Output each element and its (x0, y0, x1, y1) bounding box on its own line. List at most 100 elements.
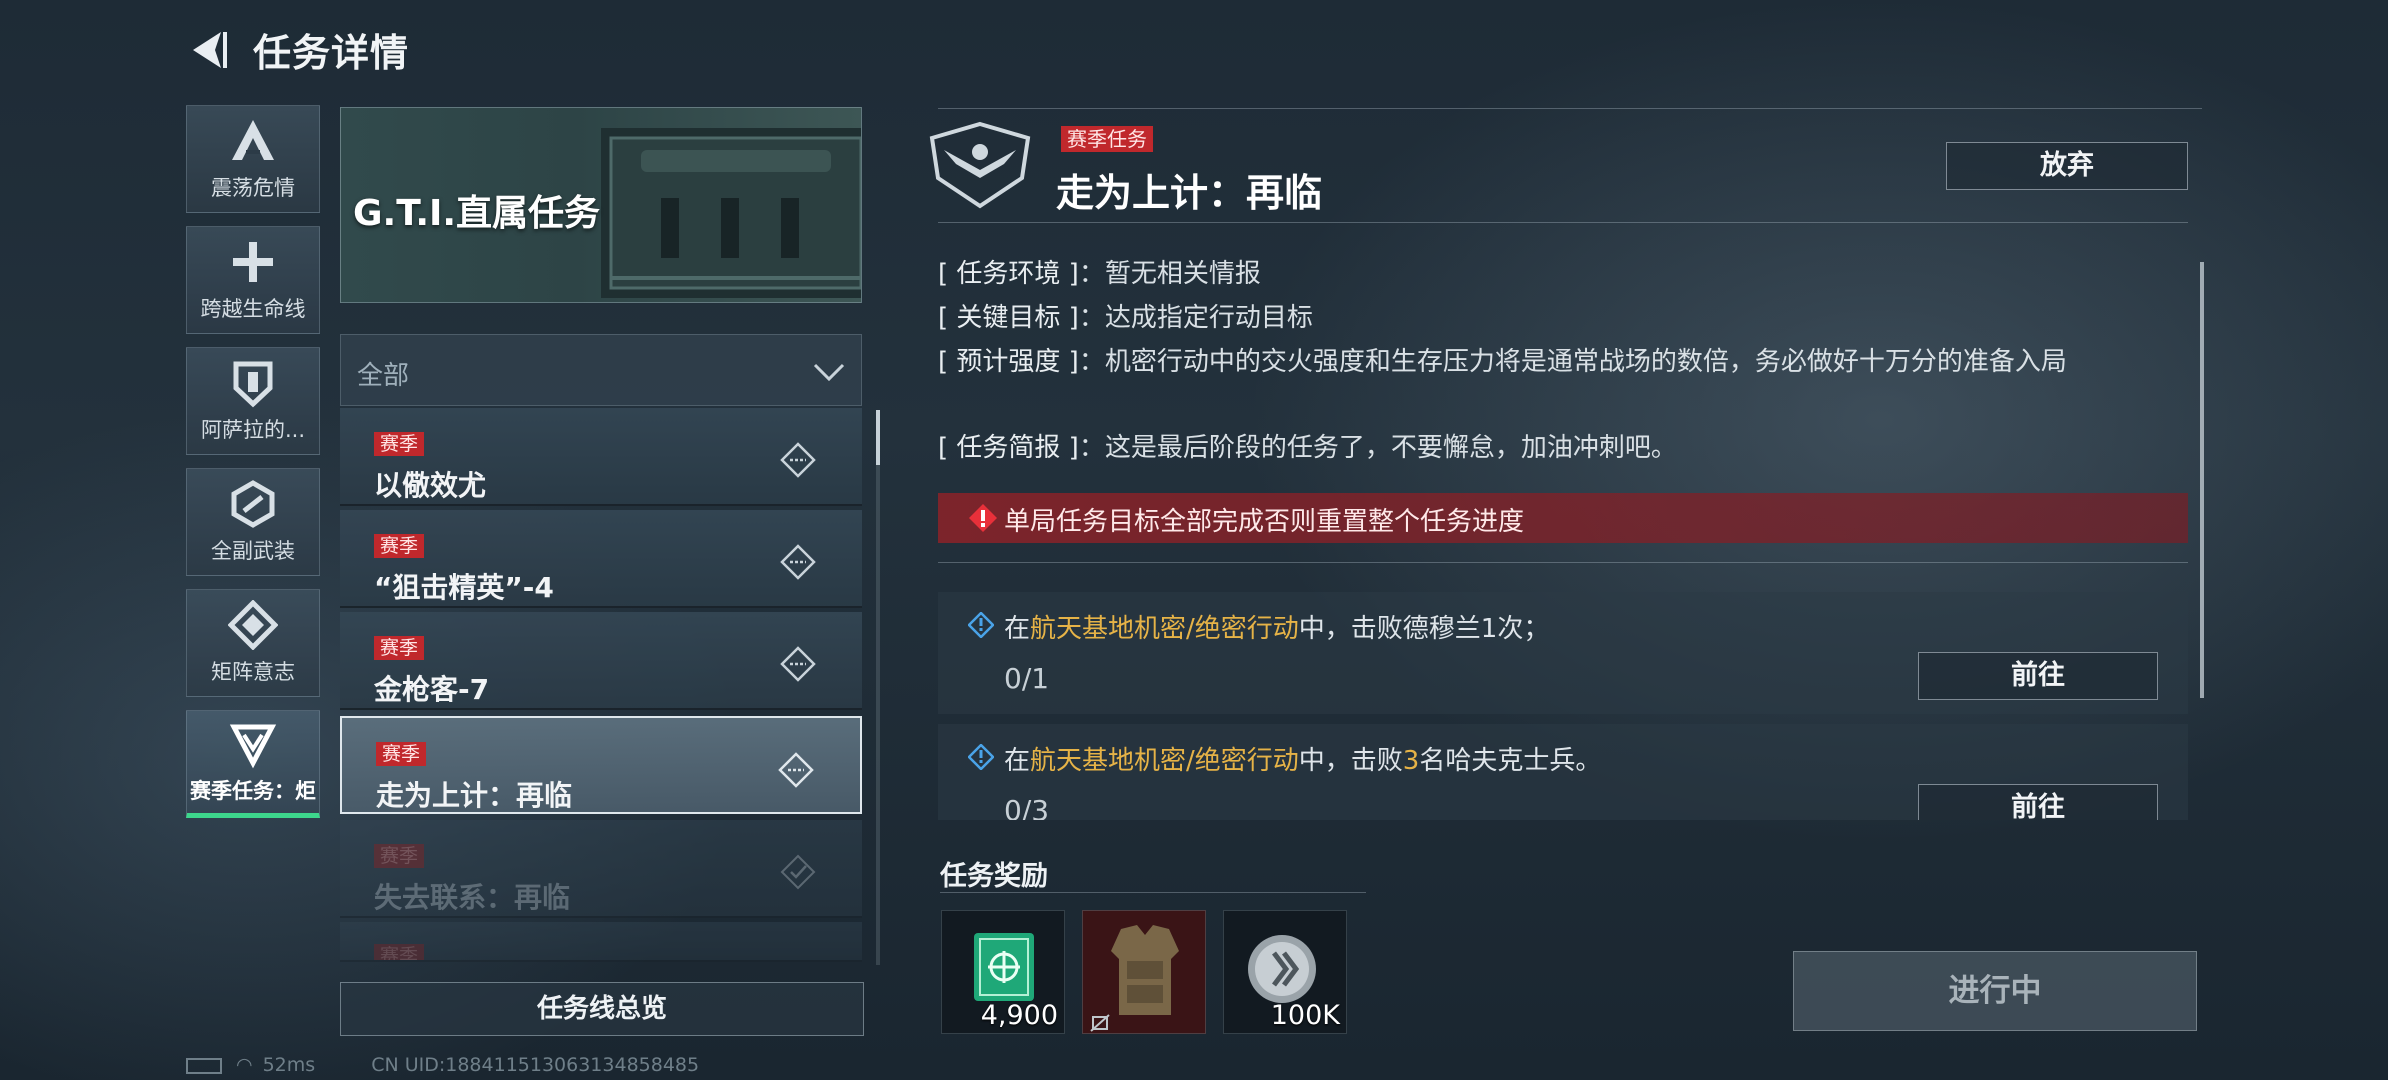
category-label: 矩阵意志 (211, 660, 295, 684)
in-progress-diamond-icon (780, 646, 816, 682)
cross-icon (233, 242, 273, 282)
category-tab-5[interactable]: 矩阵意志 (186, 589, 320, 697)
season-tag: 赛季 (374, 534, 425, 558)
filter-dropdown[interactable]: 全部 (340, 334, 862, 406)
mission-item[interactable]: 赛季 (340, 922, 862, 962)
info-key: [ 关键目标 ] (938, 303, 1079, 333)
info-key: [ 任务环境 ] (938, 259, 1079, 289)
chevron-down-icon (813, 363, 845, 382)
rewards-title: 任务奖励 (940, 861, 1048, 892)
chevron-triangle-icon (229, 724, 277, 769)
triangle-a-icon (232, 120, 274, 160)
reward-item[interactable]: 100K (1223, 910, 1347, 1034)
mission-name: 金枪客-7 (374, 673, 490, 706)
mission-list-scrollbar-thumb[interactable] (876, 410, 880, 465)
season-tag: 赛季 (376, 742, 427, 766)
category-label: 赛季任务：炬 (190, 779, 316, 803)
filter-value: 全部 (357, 361, 410, 391)
category-tab-4[interactable]: 全副武装 (186, 468, 320, 576)
season-tag: 赛季 (374, 432, 425, 456)
body-armor-icon (1090, 925, 1179, 1032)
page-title: 任务详情 (253, 31, 410, 75)
in-progress-diamond-icon (778, 752, 814, 788)
in-progress-diamond-icon (780, 544, 816, 580)
mission-name: 走为上计：再临 (376, 779, 573, 812)
objective-row: 在航天基地机密/绝密行动中，击败3名哈夫克士兵。 0/3 前往 (938, 724, 2188, 820)
warning-banner: 单局任务目标全部完成否则重置整个任务进度 (938, 493, 2188, 543)
shield-icon (233, 361, 273, 408)
in-progress-diamond-icon (780, 442, 816, 478)
mission-item[interactable]: 赛季 “狙击精英”-4 (340, 510, 862, 608)
info-value: 暂无相关情报 (1104, 259, 1261, 289)
season-tag: 赛季 (374, 636, 425, 660)
mission-item[interactable]: 赛季 失去联系：再临 (340, 820, 862, 918)
mission-title: 走为上计：再临 (1056, 171, 1323, 215)
mission-status-button: 进行中 (1793, 951, 2197, 1031)
mission-name: 失去联系：再临 (374, 881, 571, 914)
go-button[interactable]: 前往 (1918, 652, 2158, 700)
battery-icon (186, 1057, 222, 1074)
hex-chain-icon (231, 480, 275, 528)
category-tab-2[interactable]: 跨越生命线 (186, 226, 320, 334)
info-intensity: [ 预计强度 ]：机密行动中的交火强度和生存压力将是通常战场的数倍，务必做好十万… (938, 347, 2067, 377)
mission-item-selected[interactable]: 赛季 走为上计：再临 (340, 716, 862, 814)
mission-list-scrollbar-track[interactable] (876, 410, 880, 965)
objective-text: 在航天基地机密/绝密行动中，击败3名哈夫克士兵。 (1004, 746, 1602, 776)
season-mission-tag: 赛季任务 (1061, 126, 1153, 152)
abandon-button[interactable]: 放弃 (1946, 142, 2188, 190)
info-value: 机密行动中的交火强度和生存压力将是通常战场的数倍，务必做好十万分的准备入局 (1104, 347, 2067, 377)
eagle-emblem-icon (929, 121, 1031, 209)
divider (938, 562, 2188, 563)
mission-line-banner: G.T.I.直属任务 (340, 107, 862, 303)
ping-text: 52ms (262, 1054, 316, 1076)
diamond-icon (228, 600, 278, 650)
objective-text: 在航天基地机密/绝密行动中，击败德穆兰1次； (1004, 614, 1550, 644)
mission-line-overview-button[interactable]: 任务线总览 (340, 982, 864, 1036)
objective-count: 3 (1402, 746, 1420, 776)
detail-scrollbar[interactable] (2200, 262, 2204, 698)
divider (938, 108, 2202, 109)
mission-name: 以儆效尤 (374, 469, 487, 502)
category-tab-1[interactable]: 震荡危情 (186, 105, 320, 213)
category-label: 跨越生命线 (200, 297, 306, 321)
season-tag: 赛季 (374, 944, 425, 960)
objective-row: 在航天基地机密/绝密行动中，击败德穆兰1次； 0/1 前往 (938, 592, 2188, 714)
objective-progress: 0/3 (1004, 794, 1050, 820)
objective-info-icon (968, 744, 994, 770)
category-label: 阿萨拉的... (200, 418, 306, 442)
category-tab-season[interactable]: 赛季任务：炬 (186, 710, 320, 818)
back-arrow-icon[interactable] (185, 28, 229, 72)
uid-text: CN UID:188411513063134858485 (371, 1054, 700, 1076)
info-key-target: [ 关键目标 ]：达成指定行动目标 (938, 303, 1313, 333)
reward-quantity: 100K (1270, 1000, 1340, 1031)
objective-progress: 0/1 (1004, 662, 1050, 695)
info-key: [ 预计强度 ] (938, 347, 1079, 377)
completed-check-icon (780, 854, 816, 890)
info-value: 这是最后阶段的任务了，不要懈怠，加油冲刺吧。 (1104, 433, 1677, 463)
reward-item[interactable]: 4,900 (941, 910, 1065, 1034)
banner-title: G.T.I.直属任务 (353, 193, 601, 234)
info-key: [ 任务简报 ] (938, 433, 1079, 463)
category-label: 全副武装 (211, 539, 295, 563)
warning-icon (969, 504, 997, 532)
wifi-icon: ◠ (236, 1054, 253, 1076)
objective-info-icon (968, 612, 994, 638)
divider (940, 892, 1366, 893)
objective-location: 航天基地机密/绝密行动 (1030, 746, 1299, 776)
info-environment: [ 任务环境 ]：暂无相关情报 (938, 259, 1261, 289)
category-label: 震荡危情 (211, 176, 295, 200)
mission-item[interactable]: 赛季 以儆效尤 (340, 408, 862, 506)
device-status-bar: ◠ 52ms CN UID:188411513063134858485 (186, 1054, 699, 1076)
reward-item[interactable] (1082, 910, 1206, 1034)
objective-location: 航天基地机密/绝密行动 (1030, 614, 1299, 644)
go-button[interactable]: 前往 (1918, 784, 2158, 820)
info-briefing: [ 任务简报 ]：这是最后阶段的任务了，不要懈怠，加油冲刺吧。 (938, 433, 1677, 463)
warning-text: 单局任务目标全部完成否则重置整个任务进度 (1004, 507, 1525, 537)
divider (938, 222, 2188, 223)
season-tag: 赛季 (374, 844, 425, 868)
mission-name: “狙击精英”-4 (374, 571, 554, 604)
category-tab-3[interactable]: 阿萨拉的... (186, 347, 320, 455)
reward-quantity: 4,900 (980, 1000, 1058, 1031)
info-value: 达成指定行动目标 (1104, 303, 1313, 333)
mission-item[interactable]: 赛季 金枪客-7 (340, 612, 862, 710)
